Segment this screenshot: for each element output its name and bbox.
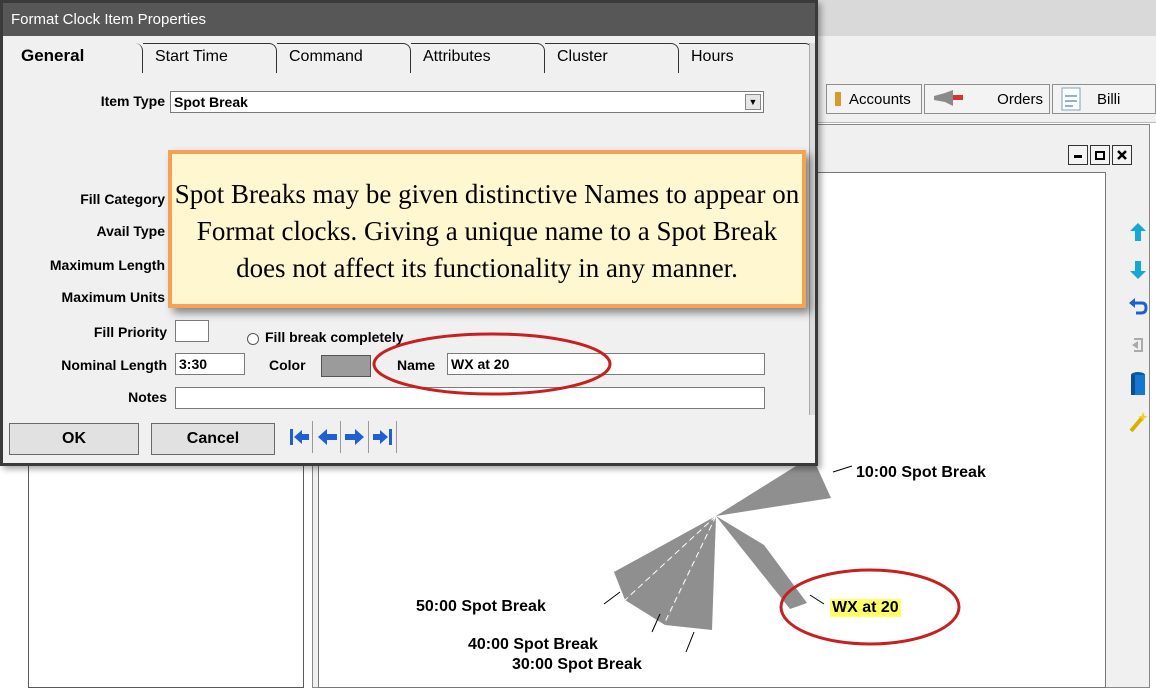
color-label: Color xyxy=(269,357,306,373)
tab-hours[interactable]: Hours xyxy=(679,43,813,73)
dialog-title: Format Clock Item Properties xyxy=(3,3,815,36)
clock-label-50: 50:00 Spot Break xyxy=(416,598,546,615)
nominal-length-label: Nominal Length xyxy=(61,357,167,373)
tab-command[interactable]: Command xyxy=(277,43,411,73)
nominal-length-input[interactable]: 3:30 xyxy=(175,353,245,375)
chevron-down-icon[interactable]: ▼ xyxy=(745,94,761,110)
notes-input[interactable] xyxy=(175,387,765,409)
next-record-icon[interactable] xyxy=(341,421,369,453)
fill-priority-label: Fill Priority xyxy=(93,324,167,340)
wedge-wx-at-20[interactable] xyxy=(716,516,807,609)
tab-start-time[interactable]: Start Time xyxy=(143,43,277,73)
clock-label-wx: WX at 20 xyxy=(830,599,901,617)
fill-category-label: Fill Category xyxy=(80,191,165,207)
avail-type-label: Avail Type xyxy=(96,223,165,239)
previous-record-icon[interactable] xyxy=(313,421,341,453)
tab-attributes[interactable]: Attributes xyxy=(411,43,545,73)
maximum-length-label: Maximum Length xyxy=(49,257,165,273)
color-swatch[interactable] xyxy=(321,355,371,377)
item-type-select[interactable]: Spot Break ▼ xyxy=(170,91,764,113)
clock-label-10: 10:00 Spot Break xyxy=(856,464,986,481)
first-record-icon[interactable] xyxy=(285,421,313,453)
dialog-tabs: General Start Time Command Attributes Cl… xyxy=(9,43,813,73)
cancel-button[interactable]: Cancel xyxy=(151,423,275,455)
tab-cluster[interactable]: Cluster xyxy=(545,43,679,73)
last-record-icon[interactable] xyxy=(369,421,397,453)
clock-label-40: 40:00 Spot Break xyxy=(468,636,598,653)
tab-general[interactable]: General xyxy=(9,43,143,73)
annotation-callout: Spot Breaks may be given distinctive Nam… xyxy=(168,150,806,308)
item-type-value: Spot Break xyxy=(174,94,248,110)
item-type-label: Item Type xyxy=(100,93,165,109)
fill-priority-input[interactable] xyxy=(175,320,209,342)
name-label: Name xyxy=(397,357,436,373)
notes-label: Notes xyxy=(128,389,167,405)
dialog-scrollbar[interactable] xyxy=(809,43,815,415)
maximum-units-label: Maximum Units xyxy=(61,289,165,305)
name-input[interactable]: WX at 20 xyxy=(447,353,765,375)
fill-break-completely-label: Fill break completely xyxy=(265,329,404,345)
ok-button[interactable]: OK xyxy=(9,423,139,455)
clock-label-30: 30:00 Spot Break xyxy=(512,656,642,673)
fill-break-completely-radio[interactable] xyxy=(247,333,259,345)
